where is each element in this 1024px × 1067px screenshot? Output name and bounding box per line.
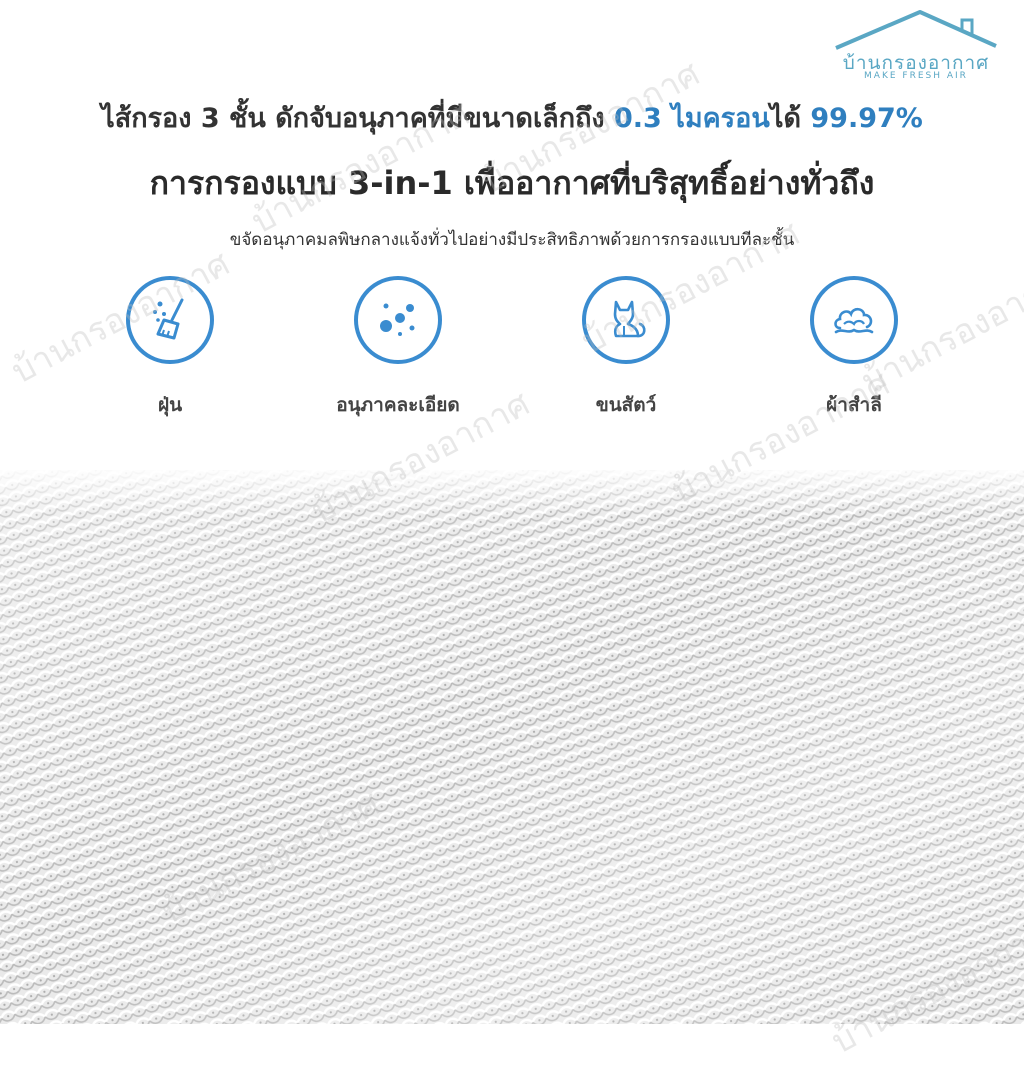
feature-fine-particles-circle bbox=[354, 276, 442, 364]
headline: ไส้กรอง 3 ชั้น ดักจับอนุภาคที่มีขนาดเล็ก… bbox=[0, 96, 1024, 139]
feature-pet-label: ขนสัตว์ bbox=[595, 394, 657, 416]
brand-tagline: MAKE FRESH AIR bbox=[864, 71, 968, 81]
mesh-texture bbox=[0, 470, 1024, 1024]
subtitle: ขจัดอนุภาคมลพิษกลางแจ้งทั่วไปอย่างมีประส… bbox=[229, 230, 795, 250]
house-roof-icon bbox=[835, 10, 997, 50]
brand-logo: บ้านกรองอากาศ MAKE FRESH AIR bbox=[832, 8, 1000, 88]
feature-dust-label: ฝุ่น bbox=[157, 394, 183, 416]
filter-mesh-image bbox=[0, 470, 1024, 1024]
fine-particles-icon bbox=[380, 303, 415, 336]
headline-highlight-percent: 99.97% bbox=[810, 103, 923, 134]
headline-part2: ได้ bbox=[769, 103, 811, 134]
feature-fine-particles: อนุภาคละเอียด bbox=[308, 276, 488, 420]
cotton-lint-icon bbox=[834, 307, 874, 334]
